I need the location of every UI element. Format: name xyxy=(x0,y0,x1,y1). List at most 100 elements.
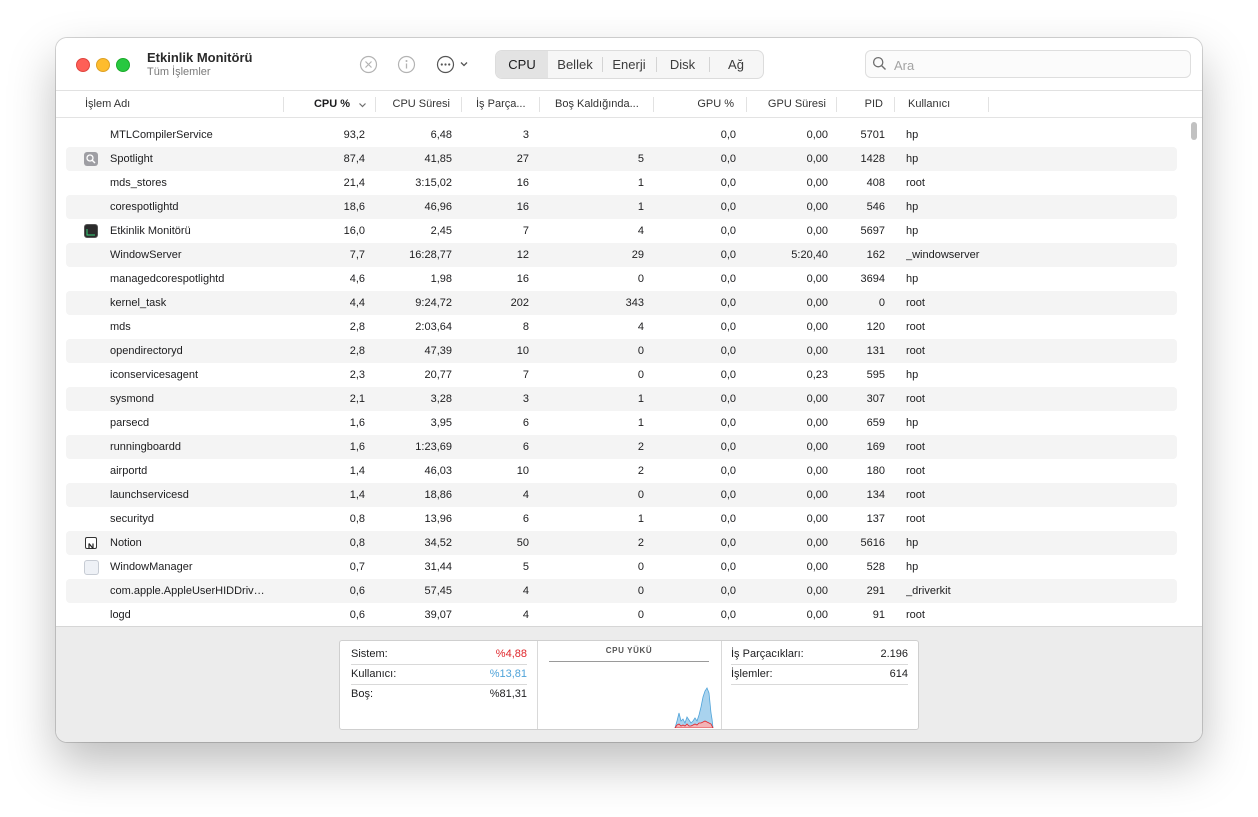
column-threads[interactable]: İş Parça... xyxy=(476,91,540,117)
column-user[interactable]: Kullanıcı xyxy=(908,91,988,117)
cell-process-name: securityd xyxy=(110,513,155,525)
table-row[interactable]: mds_stores 21,4 3:15,02 16 1 0,0 0,00 40… xyxy=(66,171,1177,195)
table-row[interactable]: kernel_task 4,4 9:24,72 202 343 0,0 0,00… xyxy=(66,291,1177,315)
column-process-name[interactable]: İşlem Adı xyxy=(85,91,275,117)
cell-cpu-time: 3,95 xyxy=(430,417,452,429)
cell-idle-wake-ups: 0 xyxy=(637,489,644,501)
cell-idle-wake-ups: 1 xyxy=(637,393,644,405)
cell-idle-wake-ups: 0 xyxy=(637,369,644,381)
inspect-process-button[interactable] xyxy=(396,54,416,74)
cpu-load-graph xyxy=(674,687,714,728)
stat-idle-value: %81,31 xyxy=(489,688,527,700)
more-actions-button[interactable] xyxy=(436,54,472,74)
table-row[interactable]: parsecd 1,6 3,95 6 1 0,0 0,00 659 hp xyxy=(66,411,1177,435)
cell-gpu-percent: 0,0 xyxy=(720,489,736,501)
table-row[interactable]: corespotlightd 18,6 46,96 16 1 0,0 0,00 … xyxy=(66,195,1177,219)
cell-pid: 595 xyxy=(866,369,885,381)
column-divider xyxy=(653,97,654,112)
tab-memory[interactable]: Bellek xyxy=(548,51,602,78)
table-row[interactable]: securityd 0,8 13,96 6 1 0,0 0,00 137 roo… xyxy=(66,507,1177,531)
table-row[interactable]: WindowManager 0,7 31,44 5 0 0,0 0,00 528… xyxy=(66,555,1177,579)
cell-user: root xyxy=(906,345,925,357)
cell-cpu-time: 39,07 xyxy=(424,609,452,621)
column-divider xyxy=(836,97,837,112)
column-pid[interactable]: PID xyxy=(839,91,883,117)
column-idle-wake-ups[interactable]: Boş Kaldığında... xyxy=(555,91,649,117)
cell-gpu-percent: 0,0 xyxy=(720,129,736,141)
cell-gpu-percent: 0,0 xyxy=(720,201,736,213)
table-row[interactable]: runningboardd 1,6 1:23,69 6 2 0,0 0,00 1… xyxy=(66,435,1177,459)
activity-monitor-icon xyxy=(84,224,98,238)
cell-pid: 169 xyxy=(866,441,885,453)
table-row[interactable]: mds 2,8 2:03,64 8 4 0,0 0,00 120 root xyxy=(66,315,1177,339)
cell-process-name: opendirectoryd xyxy=(110,345,183,357)
cell-process-name: runningboardd xyxy=(110,441,181,453)
table-row[interactable]: com.apple.AppleUserHIDDriv… 0,6 57,45 4 … xyxy=(66,579,1177,603)
table-row[interactable]: MTLCompilerService 93,2 6,48 3 0,0 0,00 … xyxy=(66,123,1177,147)
cpu-load-title: CPU YÜKÜ xyxy=(605,646,653,655)
cell-gpu-percent: 0,0 xyxy=(720,177,736,189)
column-gpu-percent[interactable]: GPU % xyxy=(666,91,734,117)
cell-idle-wake-ups: 0 xyxy=(637,273,644,285)
table-row[interactable]: sysmond 2,1 3,28 3 1 0,0 0,00 307 root xyxy=(66,387,1177,411)
table-header: İşlem Adı CPU % CPU Süresi İş Parça... B… xyxy=(56,91,1202,118)
vertical-scrollbar[interactable] xyxy=(1190,120,1198,626)
table-row[interactable]: Etkinlik Monitörü 16,0 2,45 7 4 0,0 0,00… xyxy=(66,219,1177,243)
cell-pid: 91 xyxy=(872,609,885,621)
column-cpu-time[interactable]: CPU Süresi xyxy=(378,91,450,117)
table-row[interactable]: logd 0,6 39,07 4 0 0,0 0,00 91 root xyxy=(66,603,1177,626)
sort-descending-chevron-icon[interactable] xyxy=(358,101,367,109)
cpu-load-rule xyxy=(549,661,709,662)
search-input[interactable] xyxy=(892,55,1176,75)
column-gpu-time[interactable]: GPU Süresi xyxy=(749,91,826,117)
column-divider xyxy=(988,97,989,112)
cell-threads: 202 xyxy=(510,297,529,309)
table-row[interactable]: Notion 0,8 34,52 50 2 0,0 0,00 5616 hp xyxy=(66,531,1177,555)
cell-threads: 3 xyxy=(522,393,529,405)
tab-energy[interactable]: Enerji xyxy=(602,51,656,78)
stop-process-button[interactable] xyxy=(358,54,378,74)
cell-pid: 0 xyxy=(878,297,885,309)
tab-network[interactable]: Ağ xyxy=(709,51,763,78)
table-row[interactable]: airportd 1,4 46,03 10 2 0,0 0,00 180 roo… xyxy=(66,459,1177,483)
cell-pid: 131 xyxy=(866,345,885,357)
cell-gpu-time: 0,00 xyxy=(806,177,828,189)
cell-idle-wake-ups: 343 xyxy=(625,297,644,309)
cell-cpu-time: 41,85 xyxy=(424,153,452,165)
cell-user: hp xyxy=(906,225,919,237)
cell-pid: 659 xyxy=(866,417,885,429)
cell-process-name: sysmond xyxy=(110,393,155,405)
table-row[interactable]: Spotlight 87,4 41,85 27 5 0,0 0,00 1428 … xyxy=(66,147,1177,171)
table-row[interactable]: opendirectoryd 2,8 47,39 10 0 0,0 0,00 1… xyxy=(66,339,1177,363)
close-window-button[interactable] xyxy=(76,58,90,72)
tab-disk[interactable]: Disk xyxy=(656,51,709,78)
scrollbar-thumb[interactable] xyxy=(1191,122,1197,140)
table-row[interactable]: managedcorespotlightd 4,6 1,98 16 0 0,0 … xyxy=(66,267,1177,291)
cell-idle-wake-ups: 0 xyxy=(637,345,644,357)
table-row[interactable]: launchservicesd 1,4 18,86 4 0 0,0 0,00 1… xyxy=(66,483,1177,507)
cell-threads: 4 xyxy=(522,585,529,597)
cell-gpu-percent: 0,0 xyxy=(720,609,736,621)
table-row[interactable]: WindowServer 7,7 16:28,77 12 29 0,0 5:20… xyxy=(66,243,1177,267)
cell-idle-wake-ups: 1 xyxy=(637,177,644,189)
cell-process-name: kernel_task xyxy=(110,297,167,309)
stat-threads: İş Parçacıkları: 2.196 xyxy=(731,645,908,665)
cell-cpu-time: 6,48 xyxy=(430,129,452,141)
cell-process-name: mds xyxy=(110,321,131,333)
cell-pid: 1428 xyxy=(860,153,885,165)
stat-system: Sistem: %4,88 xyxy=(351,645,527,665)
tab-cpu[interactable]: CPU xyxy=(496,51,548,78)
cell-cpu-percent: 93,2 xyxy=(343,129,365,141)
cell-gpu-time: 0,00 xyxy=(806,441,828,453)
cell-cpu-percent: 1,6 xyxy=(349,417,365,429)
table-row[interactable]: iconservicesagent 2,3 20,77 7 0 0,0 0,23… xyxy=(66,363,1177,387)
cell-gpu-percent: 0,0 xyxy=(720,249,736,261)
cell-cpu-time: 47,39 xyxy=(424,345,452,357)
column-cpu-percent[interactable]: CPU % xyxy=(286,91,350,117)
cell-pid: 180 xyxy=(866,465,885,477)
search-field[interactable] xyxy=(865,50,1191,78)
window-title: Etkinlik Monitörü xyxy=(147,50,253,65)
zoom-window-button[interactable] xyxy=(116,58,130,72)
cell-cpu-time: 3,28 xyxy=(430,393,452,405)
minimize-window-button[interactable] xyxy=(96,58,110,72)
